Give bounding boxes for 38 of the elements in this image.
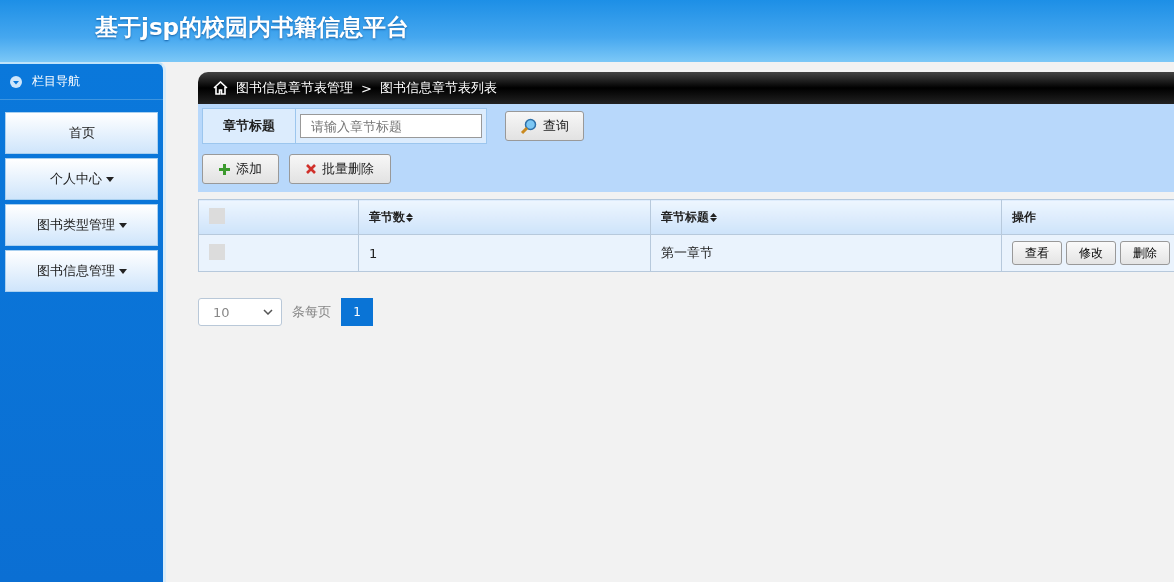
search-label: 章节标题 bbox=[203, 109, 296, 143]
page-size-select[interactable]: 10 bbox=[198, 298, 282, 326]
sidebar-heading: 栏目导航 bbox=[32, 73, 80, 90]
row-action-button[interactable]: 删除 bbox=[1120, 241, 1170, 265]
per-page-label: 条每页 bbox=[292, 303, 331, 321]
app-title: 基于jsp的校园内书籍信息平台 bbox=[95, 13, 410, 42]
breadcrumb-current: 图书信息章节表列表 bbox=[379, 79, 497, 97]
plus-icon bbox=[219, 163, 230, 175]
breadcrumb-separator: > bbox=[361, 80, 372, 96]
search-button[interactable]: 查询 bbox=[505, 111, 584, 141]
sort-icon bbox=[406, 212, 413, 222]
down-circle-icon bbox=[10, 75, 22, 88]
sidebar-item[interactable]: 图书类型管理 bbox=[5, 204, 158, 246]
close-icon bbox=[306, 164, 316, 174]
checkbox[interactable] bbox=[209, 243, 225, 260]
column-header: 操作 bbox=[1012, 208, 1036, 226]
column-header[interactable]: 章节标题 bbox=[661, 208, 717, 226]
caret-icon bbox=[118, 222, 127, 228]
caret-icon bbox=[118, 268, 127, 274]
sidebar-item[interactable]: 首页 bbox=[5, 112, 158, 154]
table-cell: 第一章节 bbox=[661, 245, 713, 260]
chevron-down-icon bbox=[263, 309, 273, 315]
batch-delete-button[interactable]: 批量删除 bbox=[289, 154, 391, 184]
search-icon bbox=[520, 117, 537, 135]
sidebar-item[interactable]: 图书信息管理 bbox=[5, 250, 158, 292]
caret-icon bbox=[105, 176, 114, 182]
home-icon bbox=[213, 81, 228, 95]
sort-icon bbox=[710, 212, 717, 222]
row-action-button[interactable]: 修改 bbox=[1066, 241, 1116, 265]
column-header[interactable]: 章节数 bbox=[369, 208, 413, 226]
table-cell: 1 bbox=[369, 245, 378, 261]
page-button[interactable]: 1 bbox=[341, 298, 373, 326]
search-field[interactable]: 请输入章节标题 bbox=[300, 114, 482, 138]
sidebar-item[interactable]: 个人中心 bbox=[5, 158, 158, 200]
add-button[interactable]: 添加 bbox=[202, 154, 279, 184]
checkbox[interactable] bbox=[209, 207, 225, 224]
breadcrumb-link[interactable]: 图书信息章节表管理 bbox=[236, 79, 353, 97]
row-action-button[interactable]: 查看 bbox=[1012, 241, 1062, 265]
